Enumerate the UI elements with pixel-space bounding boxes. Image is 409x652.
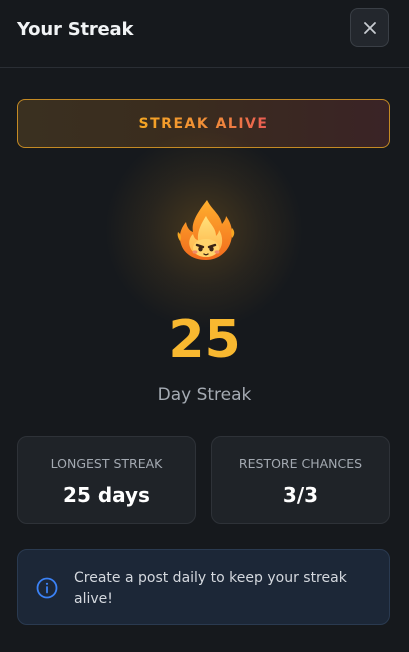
- streak-count: 25: [168, 310, 241, 370]
- restore-chances-value: 3/3: [282, 483, 319, 507]
- panel-title: Your Streak: [17, 19, 134, 40]
- streak-tip: Create a post daily to keep your streak …: [17, 549, 390, 625]
- close-button[interactable]: [350, 8, 389, 47]
- streak-tip-text: Create a post daily to keep your streak …: [74, 570, 347, 607]
- restore-chances-card: RESTORE CHANCES 3/3: [211, 436, 390, 524]
- fire-face-icon: [177, 200, 235, 260]
- longest-streak-value: 25 days: [63, 483, 150, 507]
- streak-count-label: Day Streak: [157, 385, 252, 405]
- restore-chances-label: RESTORE CHANCES: [238, 456, 363, 471]
- close-icon: [363, 21, 376, 34]
- info-icon: [36, 577, 58, 599]
- panel-header: Your Streak: [0, 0, 409, 68]
- longest-streak-card: LONGEST STREAK 25 days: [17, 436, 196, 524]
- longest-streak-label: LONGEST STREAK: [50, 456, 163, 471]
- streak-panel: Your Streak STREAK ALIVE 25 Day Streak L…: [0, 0, 409, 652]
